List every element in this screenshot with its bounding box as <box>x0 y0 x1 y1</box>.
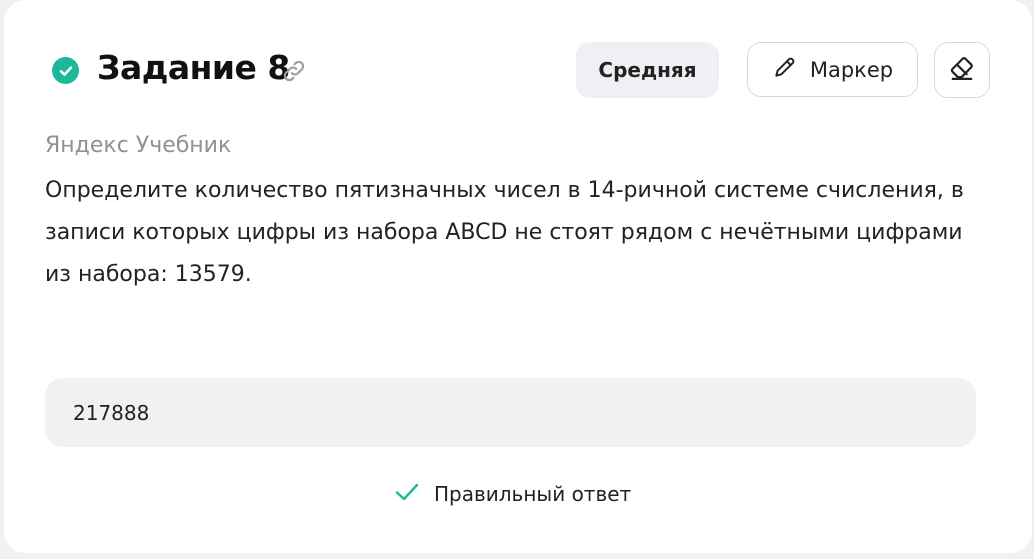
check-circle-glyph <box>59 65 72 76</box>
result-label: Правильный ответ <box>434 482 632 506</box>
question-text: Определите количество пятизначных чисел … <box>45 178 964 287</box>
link-icon[interactable] <box>281 58 307 84</box>
difficulty-badge: Средняя <box>576 42 719 98</box>
source-label: Яндекс Учебник <box>45 133 232 158</box>
checkmark-icon <box>394 481 420 508</box>
pencil-icon <box>772 54 798 85</box>
result-status: Правильный ответ <box>394 478 631 510</box>
check-circle-icon <box>52 57 79 84</box>
eraser-button[interactable] <box>934 42 990 98</box>
answer-field[interactable]: 217888 <box>45 378 976 447</box>
task-header: Задание 8 Средняя Маркер <box>4 0 1032 130</box>
marker-label: Маркер <box>809 57 894 82</box>
eraser-icon <box>948 55 976 86</box>
task-card: Задание 8 Средняя Маркер Яндекс Учебник … <box>4 0 1032 553</box>
marker-button[interactable]: Маркер <box>747 42 918 97</box>
task-title: Задание 8 <box>97 48 290 87</box>
answer-value: 217888 <box>73 400 150 425</box>
